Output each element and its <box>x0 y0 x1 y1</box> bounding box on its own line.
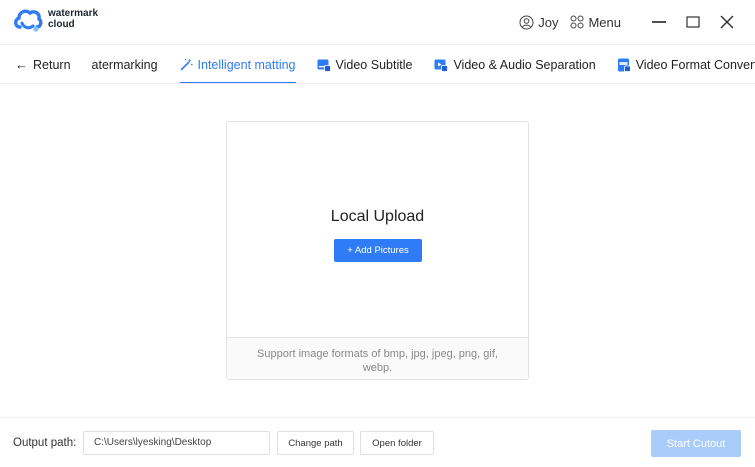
feature-tabs: ← Return atermarking Intelligent matting… <box>0 45 755 83</box>
close-button[interactable] <box>711 6 743 38</box>
return-button[interactable]: ← Return <box>15 45 71 83</box>
maximize-icon <box>686 16 700 28</box>
tab-video-subtitle[interactable]: Video Subtitle <box>317 45 413 83</box>
menu-button[interactable]: Menu <box>570 15 621 30</box>
add-pictures-button[interactable]: + Add Pictures <box>334 239 422 262</box>
close-icon <box>720 15 734 29</box>
bottom-bar: Output path: C:\Users\lyesking\Desktop C… <box>0 417 755 467</box>
minimize-icon <box>652 21 666 23</box>
magic-wand-icon <box>180 58 193 71</box>
tab-label: Intelligent matting <box>197 57 296 72</box>
window-controls: Joy Menu <box>519 0 755 44</box>
video-format-icon <box>617 58 631 72</box>
output-path-field[interactable]: C:\Users\lyesking\Desktop <box>83 431 270 455</box>
maximize-button[interactable] <box>677 6 709 38</box>
upload-card: Local Upload + Add Pictures Support imag… <box>226 121 529 380</box>
tab-video-audio-separation[interactable]: Video & Audio Separation <box>434 45 596 83</box>
upload-drop-zone[interactable]: Local Upload + Add Pictures <box>227 122 528 337</box>
tab-label: Video Format Converting <box>635 57 755 72</box>
start-cutout-button[interactable]: Start Cutout <box>651 430 741 457</box>
feature-nav-bar: ← Return atermarking Intelligent matting… <box>0 44 755 84</box>
tab-label: Video & Audio Separation <box>453 57 596 72</box>
minimize-button[interactable] <box>643 6 675 38</box>
video-subtitle-icon <box>317 59 331 72</box>
brand-line-2: cloud <box>48 19 75 30</box>
tab-video-format-converting[interactable]: Video Format Converting <box>617 45 755 83</box>
tab-watermarking[interactable]: atermarking <box>91 45 158 83</box>
grid-menu-icon <box>570 15 584 29</box>
user-circle-icon <box>519 15 534 29</box>
arrow-left-icon: ← <box>15 57 28 72</box>
tab-label: Video Subtitle <box>335 57 413 72</box>
title-bar: watermark cloud Joy Menu <box>0 0 755 44</box>
brand-line-1: watermark <box>48 8 99 19</box>
output-path-label: Output path: <box>13 437 77 449</box>
user-account[interactable]: Joy <box>519 15 558 30</box>
watermark-cloud-logo <box>14 9 43 32</box>
change-path-button[interactable]: Change path <box>277 431 354 455</box>
tab-intelligent-matting[interactable]: Intelligent matting <box>179 45 296 83</box>
tab-label: atermarking <box>91 57 158 72</box>
open-folder-button[interactable]: Open folder <box>360 431 434 455</box>
video-audio-icon <box>434 59 449 72</box>
menu-label: Menu <box>588 14 621 30</box>
supported-formats-hint: Support image formats of bmp, jpg, jpeg,… <box>227 337 528 379</box>
user-name: Joy <box>538 14 559 30</box>
brand-name: watermark cloud <box>48 8 98 30</box>
return-label: Return <box>33 57 71 72</box>
upload-title: Local Upload <box>330 208 425 225</box>
